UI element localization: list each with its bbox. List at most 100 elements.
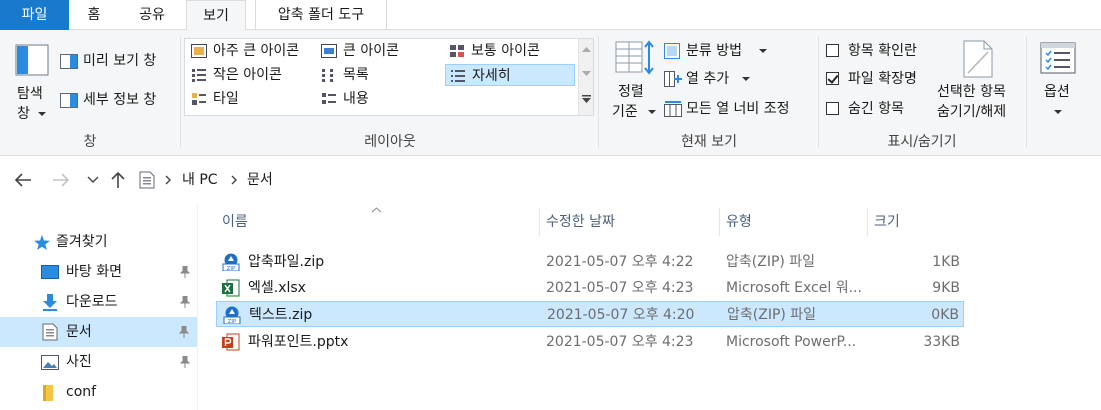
- layout-content[interactable]: 내용: [317, 88, 443, 110]
- group-separator: [180, 36, 181, 148]
- navigation-pane-button[interactable]: 탐색 창: [8, 36, 54, 126]
- file-size: 9KB: [932, 280, 960, 296]
- layout-label: 타일: [213, 91, 239, 107]
- hidden-items-toggle[interactable]: 숨긴 항목: [824, 98, 934, 120]
- preview-pane-label: 미리 보기 창: [83, 53, 157, 69]
- chevron-right-icon[interactable]: [165, 175, 172, 185]
- extra-large-icons-icon: [191, 44, 207, 58]
- tab-share[interactable]: 공유: [119, 0, 185, 30]
- tab-file[interactable]: 파일: [0, 0, 69, 30]
- svg-text:ZIP: ZIP: [227, 266, 236, 271]
- back-arrow-icon[interactable]: [14, 172, 32, 188]
- forward-arrow-icon[interactable]: [52, 172, 70, 188]
- pin-icon[interactable]: [180, 266, 190, 278]
- list-view-icon: [322, 69, 333, 82]
- file-type: 압축(ZIP) 파일: [727, 307, 817, 323]
- details-view-icon: [451, 70, 465, 82]
- table-row[interactable]: 파워포인트.pptx 2021-05-07 오후 4:23 Microsoft …: [216, 329, 964, 355]
- layout-gallery: 아주 큰 아이콘 큰 아이콘 보통 아이콘 작은 아이콘 목록 자세히 타일 내…: [184, 38, 594, 116]
- tab-compressed-folder-tools[interactable]: 압축 폴더 도구: [255, 0, 387, 30]
- small-icons-icon: [192, 69, 206, 82]
- folder-icon: [43, 385, 53, 401]
- hidden-items-label: 숨긴 항목: [848, 101, 904, 117]
- nav-item-quick-access[interactable]: 즐겨찾기: [0, 227, 198, 257]
- documents-icon: [139, 171, 155, 189]
- table-row[interactable]: ZIP 압축파일.zip 2021-05-07 오후 4:22 압축(ZIP) …: [216, 249, 964, 275]
- layout-label: 목록: [343, 67, 369, 83]
- hidden-items-checkbox[interactable]: [826, 102, 839, 115]
- layout-medium-icons[interactable]: 보통 아이콘: [445, 40, 575, 62]
- options-button[interactable]: 옵션: [1032, 38, 1084, 130]
- column-header-type[interactable]: 유형: [720, 208, 868, 236]
- hide-selected-items-button[interactable]: 선택한 항목 숨기기/해제: [934, 38, 1022, 130]
- chevron-down-icon: [38, 112, 46, 116]
- nav-item-label: 문서: [66, 324, 92, 340]
- sort-by-button[interactable]: 정렬 기준: [606, 38, 658, 128]
- breadcrumb-this-pc[interactable]: 내 PC: [182, 169, 218, 191]
- size-all-columns-button[interactable]: 모든 열 너비 조정: [662, 98, 812, 120]
- table-row[interactable]: 엑셀.xlsx 2021-05-07 오후 4:23 Microsoft Exc…: [216, 275, 964, 301]
- powerpoint-file-icon: [222, 333, 240, 351]
- file-extensions-toggle[interactable]: 파일 확장명: [824, 68, 934, 90]
- column-header-name[interactable]: 이름: [216, 208, 540, 236]
- layout-extra-large-icons[interactable]: 아주 큰 아이콘: [187, 40, 315, 62]
- navigation-pane: 즐겨찾기 바탕 화면 다운로드 문서 사진 conf: [0, 205, 198, 410]
- pin-icon[interactable]: [179, 326, 189, 338]
- nav-item-label: 사진: [66, 354, 92, 370]
- tiles-icon: [192, 93, 206, 105]
- scroll-down-icon[interactable]: [582, 71, 591, 77]
- chevron-right-icon[interactable]: [231, 175, 238, 185]
- column-header-modified[interactable]: 수정한 날짜: [540, 208, 720, 236]
- layout-label: 작은 아이콘: [213, 67, 282, 83]
- nav-item-desktop[interactable]: 바탕 화면: [0, 257, 198, 287]
- size-all-columns-label: 모든 열 너비 조정: [686, 101, 790, 117]
- layout-label: 내용: [343, 91, 369, 107]
- hide-selected-label-1: 선택한 항목: [937, 84, 1006, 100]
- pin-icon[interactable]: [180, 356, 190, 368]
- chevron-down-icon: [759, 49, 767, 53]
- preview-pane-icon: [60, 54, 78, 69]
- options-label: 옵션: [1044, 84, 1070, 100]
- nav-item-conf[interactable]: conf: [0, 377, 198, 407]
- item-checkboxes-checkbox[interactable]: [826, 44, 839, 57]
- gallery-scrollbar[interactable]: [578, 39, 593, 115]
- zip-file-icon: ZIP: [222, 253, 240, 271]
- sort-by-icon: [615, 40, 654, 75]
- layout-list[interactable]: 목록: [317, 64, 443, 86]
- pictures-icon: [41, 355, 59, 370]
- chevron-down-icon: [1054, 110, 1062, 114]
- layout-tiles[interactable]: 타일: [187, 88, 315, 110]
- tab-home[interactable]: 홈: [69, 0, 119, 30]
- gallery-expand-icon[interactable]: [582, 95, 591, 104]
- breadcrumb-documents[interactable]: 문서: [247, 169, 273, 191]
- file-name: 엑셀.xlsx: [248, 280, 306, 296]
- table-row[interactable]: ZIP 텍스트.zip 2021-05-07 오후 4:20 압축(ZIP) 파…: [216, 301, 964, 327]
- up-arrow-icon[interactable]: [110, 171, 126, 189]
- layout-small-icons[interactable]: 작은 아이콘: [187, 64, 315, 86]
- add-columns-button[interactable]: 열 추가: [662, 68, 758, 90]
- preview-pane-button[interactable]: 미리 보기 창: [58, 50, 176, 72]
- add-columns-icon: [664, 71, 682, 87]
- column-header-size[interactable]: 크기: [868, 208, 964, 236]
- item-checkboxes-toggle[interactable]: 항목 확인란: [824, 40, 934, 62]
- details-pane-label: 세부 정보 창: [83, 92, 157, 108]
- recent-locations-chevron-icon[interactable]: [87, 176, 99, 184]
- file-extensions-checkbox[interactable]: [826, 72, 839, 85]
- nav-item-downloads[interactable]: 다운로드: [0, 287, 198, 317]
- group-separator: [818, 36, 819, 148]
- layout-large-icons[interactable]: 큰 아이콘: [317, 40, 443, 62]
- nav-item-pictures[interactable]: 사진: [0, 347, 198, 377]
- tab-view[interactable]: 보기: [186, 0, 246, 31]
- address-bar[interactable]: 내 PC 문서: [133, 167, 1101, 193]
- pin-icon[interactable]: [180, 296, 190, 308]
- details-pane-button[interactable]: 세부 정보 창: [58, 89, 176, 111]
- layout-label: 자세히: [472, 68, 511, 84]
- nav-item-documents[interactable]: 문서: [0, 317, 197, 347]
- group-by-button[interactable]: 분류 방법: [662, 40, 772, 62]
- file-modified: 2021-05-07 오후 4:22: [546, 254, 694, 270]
- options-icon: [1040, 42, 1076, 74]
- chevron-down-icon: [648, 110, 656, 114]
- layout-details[interactable]: 자세히: [445, 64, 575, 86]
- ribbon: 탐색 창 미리 보기 창 세부 정보 창 창 아주 큰 아이콘 큰 아이콘 보통…: [0, 30, 1101, 156]
- scroll-up-icon[interactable]: [582, 47, 591, 53]
